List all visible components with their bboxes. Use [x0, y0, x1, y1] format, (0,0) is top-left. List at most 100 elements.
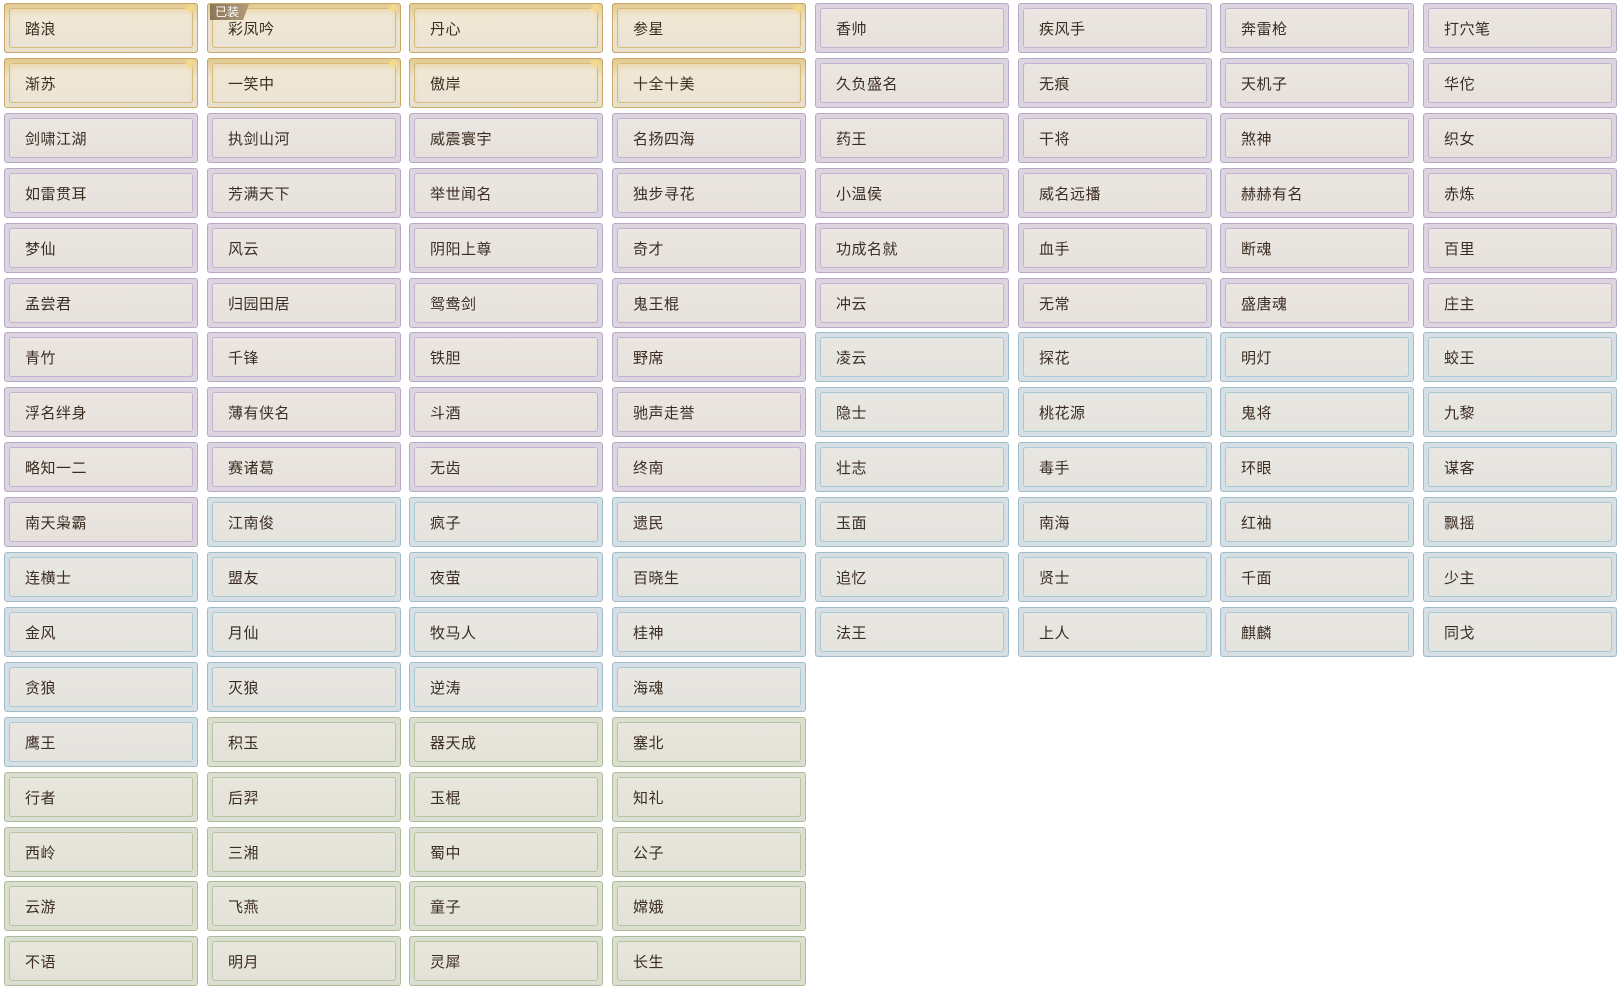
- title-card[interactable]: 灵犀: [409, 936, 603, 986]
- title-card[interactable]: 略知一二: [4, 442, 198, 492]
- title-card[interactable]: 十全十美: [612, 58, 806, 108]
- title-card[interactable]: 逆涛: [409, 662, 603, 712]
- title-card[interactable]: 玉面: [815, 497, 1009, 547]
- title-card[interactable]: 执剑山河: [207, 113, 401, 163]
- title-card[interactable]: 千面: [1220, 552, 1414, 602]
- title-card[interactable]: 无齿: [409, 442, 603, 492]
- title-card[interactable]: 童子: [409, 881, 603, 931]
- title-card[interactable]: 江南俊: [207, 497, 401, 547]
- title-card[interactable]: 冲云: [815, 278, 1009, 328]
- title-card[interactable]: 蜀中: [409, 827, 603, 877]
- title-card[interactable]: 环眼: [1220, 442, 1414, 492]
- title-card[interactable]: 追忆: [815, 552, 1009, 602]
- title-card[interactable]: 终南: [612, 442, 806, 492]
- title-card[interactable]: 连横士: [4, 552, 198, 602]
- title-card[interactable]: 归园田居: [207, 278, 401, 328]
- title-card[interactable]: 赤炼: [1423, 168, 1617, 218]
- title-card[interactable]: 上人: [1018, 607, 1212, 657]
- title-card[interactable]: 桃花源: [1018, 387, 1212, 437]
- title-card[interactable]: 桂神: [612, 607, 806, 657]
- title-card[interactable]: 公子: [612, 827, 806, 877]
- title-card[interactable]: 芳满天下: [207, 168, 401, 218]
- title-card[interactable]: 后羿: [207, 772, 401, 822]
- title-card[interactable]: 香帅: [815, 3, 1009, 53]
- title-card[interactable]: 云游: [4, 881, 198, 931]
- title-card[interactable]: 无痕: [1018, 58, 1212, 108]
- title-card[interactable]: 盛唐魂: [1220, 278, 1414, 328]
- title-card[interactable]: 贪狼: [4, 662, 198, 712]
- title-card[interactable]: 赛诸葛: [207, 442, 401, 492]
- title-card[interactable]: 傲岸 ✦: [409, 58, 603, 108]
- title-card[interactable]: 嫦娥: [612, 881, 806, 931]
- title-card[interactable]: 野席: [612, 332, 806, 382]
- title-card[interactable]: 庄主: [1423, 278, 1617, 328]
- title-card[interactable]: 梦仙: [4, 223, 198, 273]
- title-card[interactable]: 干将: [1018, 113, 1212, 163]
- title-card[interactable]: 明月: [207, 936, 401, 986]
- title-card[interactable]: 百晓生: [612, 552, 806, 602]
- title-card[interactable]: 飞燕: [207, 881, 401, 931]
- title-card[interactable]: 金风: [4, 607, 198, 657]
- title-card[interactable]: 红袖: [1220, 497, 1414, 547]
- title-card[interactable]: 灭狼: [207, 662, 401, 712]
- title-card[interactable]: 打穴笔: [1423, 3, 1617, 53]
- title-card[interactable]: 独步寻花: [612, 168, 806, 218]
- title-card[interactable]: 如雷贯耳: [4, 168, 198, 218]
- title-card[interactable]: 斗酒: [409, 387, 603, 437]
- title-card[interactable]: 血手: [1018, 223, 1212, 273]
- title-card[interactable]: 奇才: [612, 223, 806, 273]
- title-card[interactable]: 疾风手: [1018, 3, 1212, 53]
- title-card[interactable]: 千锋: [207, 332, 401, 382]
- title-card[interactable]: 知礼: [612, 772, 806, 822]
- title-card[interactable]: 南天枭霸: [4, 497, 198, 547]
- title-card[interactable]: 浮名绊身: [4, 387, 198, 437]
- title-card[interactable]: 鸳鸯剑: [409, 278, 603, 328]
- title-card[interactable]: 华佗: [1423, 58, 1617, 108]
- title-card[interactable]: 三湘: [207, 827, 401, 877]
- title-card[interactable]: 法王: [815, 607, 1009, 657]
- title-card[interactable]: 彩凤吟 ✦ 已装: [207, 3, 401, 53]
- title-card[interactable]: 剑啸江湖: [4, 113, 198, 163]
- title-card[interactable]: 断魂: [1220, 223, 1414, 273]
- title-card[interactable]: 九黎: [1423, 387, 1617, 437]
- title-card[interactable]: 壮志: [815, 442, 1009, 492]
- title-card[interactable]: 明灯: [1220, 332, 1414, 382]
- title-card[interactable]: 毒手: [1018, 442, 1212, 492]
- title-card[interactable]: 阴阳上尊: [409, 223, 603, 273]
- title-card[interactable]: 不语: [4, 936, 198, 986]
- title-card[interactable]: 铁胆: [409, 332, 603, 382]
- title-card[interactable]: 一笑中 ✦: [207, 58, 401, 108]
- title-card[interactable]: 玉棍: [409, 772, 603, 822]
- title-card[interactable]: 渐苏 ✦: [4, 58, 198, 108]
- title-card[interactable]: 百里: [1423, 223, 1617, 273]
- title-card[interactable]: 赫赫有名: [1220, 168, 1414, 218]
- title-card[interactable]: 西岭: [4, 827, 198, 877]
- title-card[interactable]: 织女: [1423, 113, 1617, 163]
- title-card[interactable]: 鬼将: [1220, 387, 1414, 437]
- title-card[interactable]: 药王: [815, 113, 1009, 163]
- title-card[interactable]: 风云: [207, 223, 401, 273]
- title-card[interactable]: 功成名就: [815, 223, 1009, 273]
- title-card[interactable]: 积玉: [207, 717, 401, 767]
- title-card[interactable]: 鹰王: [4, 717, 198, 767]
- title-card[interactable]: 遗民: [612, 497, 806, 547]
- title-card[interactable]: 海魂: [612, 662, 806, 712]
- title-card[interactable]: 天机子: [1220, 58, 1414, 108]
- title-card[interactable]: 隐士: [815, 387, 1009, 437]
- title-card[interactable]: 疯子: [409, 497, 603, 547]
- title-card[interactable]: 踏浪 ✦: [4, 3, 198, 53]
- title-card[interactable]: 贤士: [1018, 552, 1212, 602]
- title-card[interactable]: 丹心 ✦: [409, 3, 603, 53]
- title-card[interactable]: 盟友: [207, 552, 401, 602]
- title-card[interactable]: 麒麟: [1220, 607, 1414, 657]
- title-card[interactable]: 器天成: [409, 717, 603, 767]
- title-card[interactable]: 青竹: [4, 332, 198, 382]
- title-card[interactable]: 凌云: [815, 332, 1009, 382]
- title-card[interactable]: 同戈: [1423, 607, 1617, 657]
- title-card[interactable]: 蛟王: [1423, 332, 1617, 382]
- title-card[interactable]: 牧马人: [409, 607, 603, 657]
- title-card[interactable]: 驰声走誉: [612, 387, 806, 437]
- title-card[interactable]: 举世闻名: [409, 168, 603, 218]
- title-card[interactable]: 薄有侠名: [207, 387, 401, 437]
- title-card[interactable]: 孟尝君: [4, 278, 198, 328]
